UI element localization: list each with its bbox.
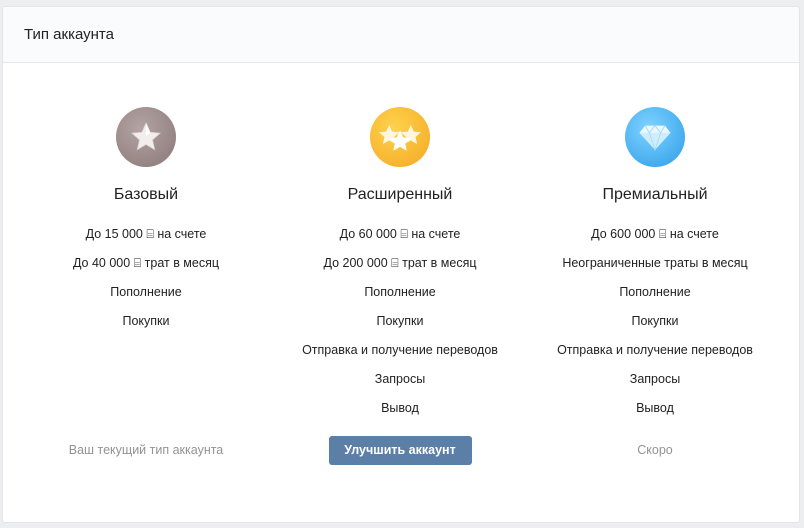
feature-item: Отправка и получение переводов (302, 343, 498, 357)
premium-status: Скоро (528, 435, 782, 465)
tiers-grid: Базовый До 15 000 ⌸ на счете До 40 000 ⌸… (3, 63, 799, 522)
upgrade-account-button[interactable]: Улучшить аккаунт (328, 435, 472, 465)
tier-basic: Базовый До 15 000 ⌸ на счете До 40 000 ⌸… (19, 63, 273, 358)
feature-item: До 200 000 ⌸ трат в месяц (323, 256, 477, 270)
feature-list: До 600 000 ⌸ на счете Неограниченные тра… (557, 226, 753, 429)
feature-item: Покупки (122, 314, 170, 328)
feature-item: Запросы (629, 372, 681, 386)
feature-item: До 600 000 ⌸ на счете (591, 227, 719, 241)
page-title: Тип аккаунта (24, 26, 114, 43)
diamond-icon (625, 107, 685, 167)
tier-name: Базовый (113, 186, 179, 203)
feature-item: Пополнение (364, 285, 436, 299)
feature-item: Вывод (636, 401, 674, 415)
tier-name: Расширенный (347, 186, 453, 203)
feature-item: Запросы (374, 372, 426, 386)
feature-item: Покупки (631, 314, 679, 328)
feature-item: Покупки (376, 314, 424, 328)
feature-item: До 15 000 ⌸ на счете (85, 227, 207, 241)
feature-list: До 60 000 ⌸ на счете До 200 000 ⌸ трат в… (302, 226, 498, 429)
tier-actions: Ваш текущий тип аккаунта Улучшить аккаун… (3, 435, 799, 465)
panel-header: Тип аккаунта (3, 7, 799, 63)
current-account-label: Ваш текущий тип аккаунта (68, 443, 224, 457)
tier-premium: Премиальный До 600 000 ⌸ на счете Неогра… (528, 63, 782, 445)
tier-extended: Расширенный До 60 000 ⌸ на счете До 200 … (273, 63, 527, 445)
coming-soon-label: Скоро (637, 443, 673, 457)
gold-stars-icon (370, 107, 430, 167)
feature-item: Неограниченные траты в месяц (562, 256, 748, 270)
basic-status: Ваш текущий тип аккаунта (19, 435, 273, 465)
silver-star-icon (116, 107, 176, 167)
feature-item: Отправка и получение переводов (557, 343, 753, 357)
feature-item: Вывод (381, 401, 419, 415)
tier-name: Премиальный (602, 186, 708, 203)
feature-list: До 15 000 ⌸ на счете До 40 000 ⌸ трат в … (73, 226, 219, 342)
feature-item: Пополнение (619, 285, 691, 299)
feature-item: Пополнение (110, 285, 182, 299)
feature-item: До 60 000 ⌸ на счете (339, 227, 461, 241)
extended-action: Улучшить аккаунт (273, 435, 527, 465)
account-type-panel: Тип аккаунта Базовый До 15 000 ⌸ на счет… (2, 6, 800, 523)
feature-item: До 40 000 ⌸ трат в месяц (72, 256, 220, 270)
